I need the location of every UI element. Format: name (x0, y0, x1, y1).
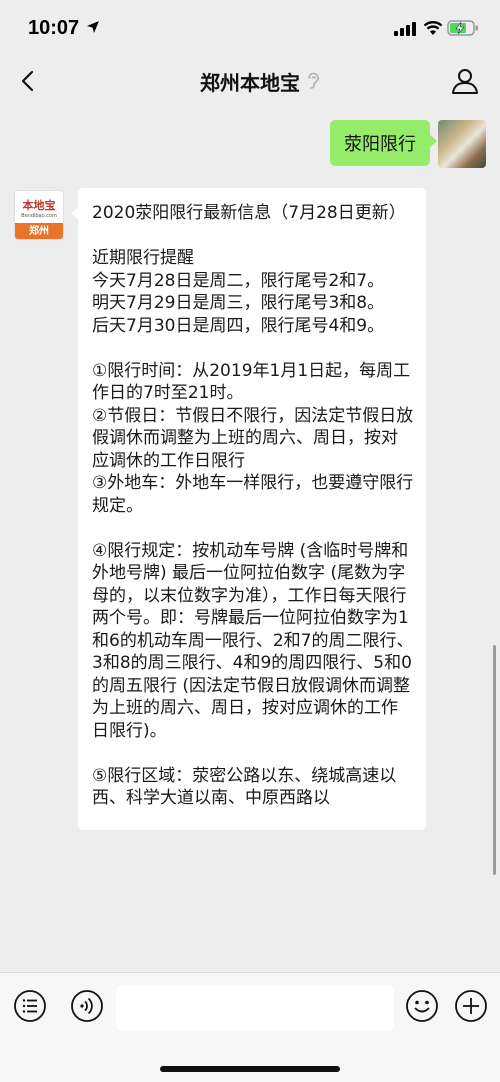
menu-list-icon (14, 990, 46, 1022)
nav-bar: 郑州本地宝 (0, 56, 500, 106)
message-input[interactable] (116, 985, 394, 1031)
profile-icon (452, 69, 478, 94)
emoji-icon (406, 990, 438, 1022)
emoji-button[interactable] (405, 989, 439, 1023)
battery-charging-icon (447, 20, 478, 36)
bot-message-bubble[interactable]: 2020荥阳限行最新信息（7月28日更新） 近期限行提醒 今天7月28日是周二，… (71, 188, 426, 830)
voice-button[interactable] (70, 989, 104, 1023)
scrollbar[interactable] (493, 645, 496, 875)
bot-avatar[interactable]: 本地宝 Bendibao.com 郑州 (14, 190, 64, 240)
home-indicator[interactable] (160, 1066, 340, 1072)
chat-title: 郑州本地宝 (200, 71, 300, 95)
plus-button[interactable] (454, 989, 488, 1023)
status-bar: 10:07 (0, 0, 500, 56)
status-time: 10:07 (28, 17, 80, 39)
bot-avatar-logo-text: 本地宝 (22, 199, 56, 212)
menu-button[interactable] (13, 989, 47, 1023)
user-message-text: 荥阳限行 (344, 134, 416, 155)
profile-button[interactable] (448, 64, 482, 98)
bot-avatar-city: 郑州 (15, 223, 63, 239)
plus-icon (455, 990, 487, 1022)
location-arrow-icon (87, 21, 99, 33)
user-message-bubble[interactable]: 荥阳限行 (330, 120, 437, 166)
user-avatar[interactable] (438, 120, 486, 168)
voice-icon (71, 990, 103, 1022)
ear-icon (308, 72, 319, 89)
wifi-icon (423, 21, 443, 35)
bot-avatar-logo-url: Bendibao.com (21, 213, 57, 219)
signal-icon (394, 22, 416, 36)
chat-area[interactable]: 荥阳限行 本地宝 Bendibao.com 郑州 2020荥阳限行最新信息（7月… (0, 106, 500, 972)
